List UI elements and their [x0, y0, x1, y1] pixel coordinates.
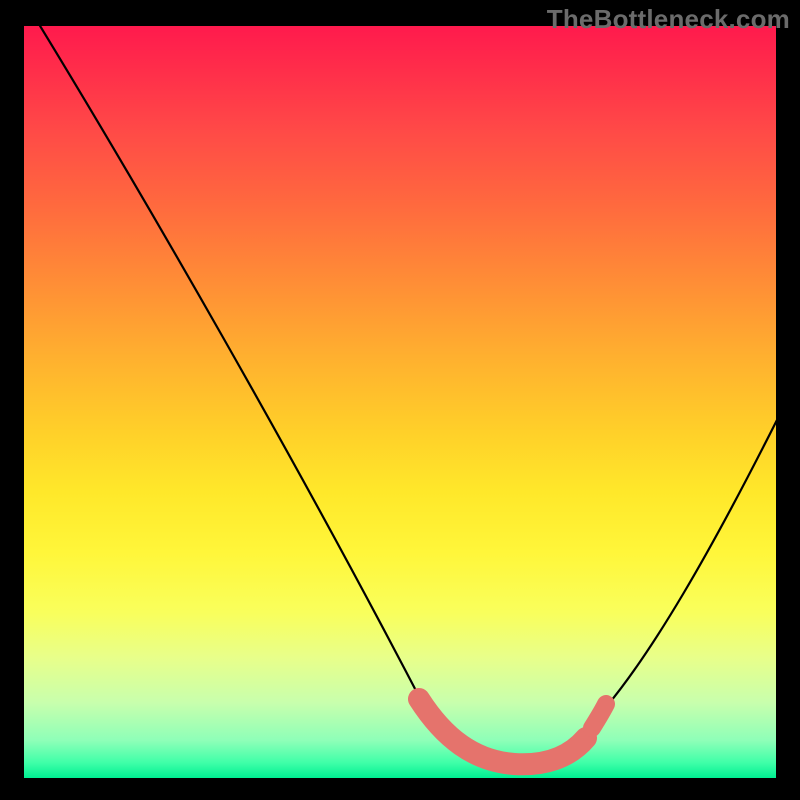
- bottleneck-curve: [24, 26, 776, 778]
- curve-path: [34, 26, 776, 758]
- trough-marker: [419, 699, 586, 764]
- plot-area: [24, 26, 776, 778]
- trough-marker-cap: [592, 704, 606, 728]
- watermark-text: TheBottleneck.com: [547, 4, 790, 35]
- chart-frame: TheBottleneck.com: [0, 0, 800, 800]
